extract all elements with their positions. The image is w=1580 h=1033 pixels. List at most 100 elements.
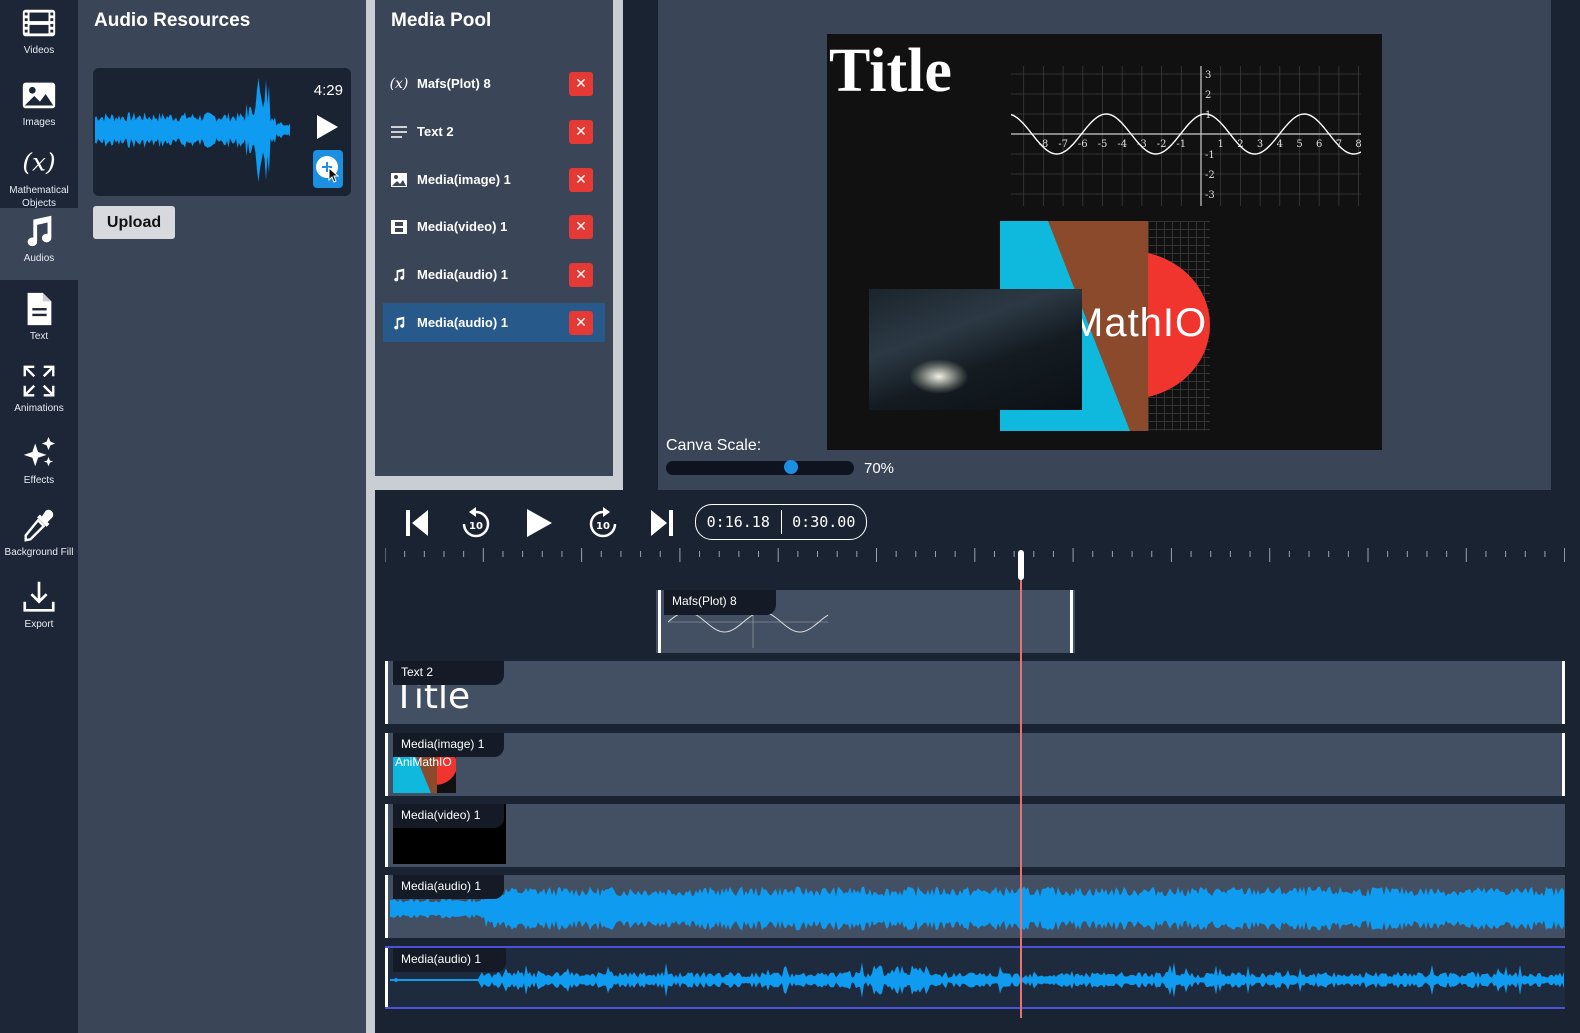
- canvas-scale-label: Canva Scale:: [666, 437, 762, 454]
- sidebar-label: Text: [29, 331, 49, 342]
- plot-x-tick: 4: [1277, 139, 1283, 150]
- panel-divider[interactable]: [375, 476, 613, 490]
- media-pool-panel: Media Pool (x) Mafs(Plot) 8 ✕ Text 2 ✕ M…: [375, 0, 613, 476]
- document-icon: [27, 292, 52, 326]
- canvas-video[interactable]: [869, 289, 1082, 410]
- waveform-shape: [95, 78, 290, 182]
- delete-button[interactable]: ✕: [569, 71, 593, 96]
- media-pool-item[interactable]: Media(audio) 1 ✕: [383, 255, 605, 294]
- total-time: 0:30.00: [792, 513, 856, 531]
- sidebar-item-animations[interactable]: Animations: [0, 358, 78, 430]
- skip-to-start-button[interactable]: [397, 503, 437, 543]
- media-pool-item[interactable]: (x) Mafs(Plot) 8 ✕: [383, 64, 605, 103]
- expand-arrows-icon: [23, 365, 55, 397]
- video-light-spot: [909, 359, 969, 394]
- audio-resource-card[interactable]: 4:29: [93, 68, 351, 196]
- clip-right-handle[interactable]: [1070, 590, 1073, 653]
- sidebar-item-videos[interactable]: Videos: [0, 0, 78, 72]
- sidebar-label: Audios: [23, 253, 55, 264]
- canvas-scale-knob[interactable]: [783, 460, 798, 474]
- clip-left-handle[interactable]: [385, 661, 388, 724]
- image-text: MathIO: [1070, 301, 1208, 345]
- add-audio-button[interactable]: [313, 150, 343, 188]
- sidebar-label: Mathematical Objects: [9, 185, 69, 209]
- timeline-clip-plot[interactable]: Mafs(Plot) 8: [656, 590, 1075, 653]
- panel-title: Media Pool: [391, 10, 492, 31]
- music-note-icon: [27, 215, 52, 247]
- sidebar-label: Images: [22, 117, 56, 128]
- sidebar-item-background-fill[interactable]: Background Fill: [0, 502, 78, 574]
- playhead-line[interactable]: [1020, 552, 1023, 1018]
- upload-button[interactable]: Upload: [93, 206, 175, 239]
- sidebar-label: Videos: [23, 45, 55, 56]
- sidebar-label: Animations: [14, 403, 64, 414]
- timeline-ruler[interactable]: [385, 548, 1565, 564]
- media-pool-item[interactable]: Media(image) 1 ✕: [383, 160, 605, 199]
- timeline-clip-audio[interactable]: Media(audio) 1: [385, 875, 1565, 938]
- clip-right-handle[interactable]: [1562, 661, 1565, 724]
- audio-play-button[interactable]: [315, 114, 339, 145]
- text-lines-icon: [389, 122, 409, 142]
- media-pool-item[interactable]: Media(audio) 1 ✕: [383, 303, 605, 342]
- play-icon: [317, 115, 338, 139]
- plot-x-tick: -7: [1058, 139, 1068, 150]
- add-pointer-icon: [316, 156, 340, 183]
- clip-left-handle[interactable]: [385, 948, 388, 1007]
- sidebar-item-effects[interactable]: Effects: [0, 430, 78, 502]
- delete-button[interactable]: ✕: [569, 214, 593, 239]
- svg-text:10: 10: [469, 521, 483, 532]
- timeline-clip-text[interactable]: Title Text 2: [385, 661, 1565, 724]
- sidebar-item-audios[interactable]: Audios: [0, 208, 78, 280]
- panel-divider[interactable]: [613, 0, 623, 490]
- skip-start-icon: [406, 510, 428, 536]
- clip-left-handle[interactable]: [658, 590, 661, 653]
- timeline-clip-image[interactable]: AniMathIO Media(image) 1: [385, 733, 1565, 796]
- media-pool-item-label: Media(audio) 1: [417, 315, 509, 330]
- audio-waveform: [390, 886, 1564, 931]
- clip-left-handle[interactable]: [385, 875, 388, 938]
- timeline-clip-video[interactable]: Media(video) 1: [385, 804, 1565, 867]
- sidebar-item-math-objects[interactable]: (x) Mathematical Objects: [0, 140, 78, 212]
- forward-10-icon: 10: [589, 507, 617, 538]
- svg-text:10: 10: [596, 521, 610, 532]
- delete-button[interactable]: ✕: [569, 167, 593, 192]
- music-note-icon: [389, 313, 409, 333]
- rewind-10-icon: 10: [462, 507, 490, 538]
- clip-left-handle[interactable]: [385, 733, 388, 796]
- plot-x-tick: 3: [1257, 139, 1263, 150]
- delete-button[interactable]: ✕: [569, 119, 593, 144]
- clip-left-handle[interactable]: [385, 804, 388, 867]
- canvas-scale-slider[interactable]: [666, 461, 854, 475]
- sidebar-item-images[interactable]: Images: [0, 72, 78, 144]
- audio-waveform: [95, 78, 290, 182]
- sidebar-label: Export: [24, 619, 54, 630]
- timeline-clip-audio-selected[interactable]: Media(audio) 1: [385, 946, 1565, 1009]
- panel-divider[interactable]: [366, 0, 375, 1033]
- play-icon: [527, 509, 552, 537]
- current-time: 0:16.18: [706, 513, 770, 531]
- waveform-shape: [390, 962, 1564, 998]
- clip-label: Media(video) 1: [393, 804, 504, 828]
- clip-right-handle[interactable]: [1562, 733, 1565, 796]
- clip-label: Mafs(Plot) 8: [664, 590, 776, 615]
- canvas-plot[interactable]: -8 -7 -6 -5 -4 -3 -2 -1 1 2 3 4 5 6 7 8321-1-2-3: [1011, 66, 1361, 206]
- audio-resources-panel: Audio Resources 4:29 Upload: [78, 0, 366, 1033]
- rewind-10-button[interactable]: 10: [456, 503, 496, 543]
- delete-button[interactable]: ✕: [569, 310, 593, 335]
- clip-label: Text 2: [393, 661, 504, 685]
- sidebar-item-export[interactable]: Export: [0, 574, 78, 646]
- plot-y-tick: -1: [1205, 150, 1215, 161]
- skip-to-end-button[interactable]: [642, 503, 682, 543]
- play-button[interactable]: [519, 503, 559, 543]
- media-pool-item[interactable]: Text 2 ✕: [383, 112, 605, 151]
- canvas-title-text[interactable]: Title: [829, 36, 952, 107]
- playhead-handle[interactable]: [1018, 550, 1025, 580]
- sparkles-icon: [23, 436, 56, 467]
- sidebar-item-text[interactable]: Text: [0, 286, 78, 358]
- delete-button[interactable]: ✕: [569, 262, 593, 287]
- plot-y-tick: -3: [1205, 190, 1215, 201]
- preview-canvas[interactable]: Title -8 -7 -6 -5 -4 -3 -2 -1 1 2 3 4 5 6 7 8 3 2 1 -1 -2 -3 …: [827, 34, 1382, 450]
- media-pool-item[interactable]: Media(video) 1 ✕: [383, 207, 605, 246]
- waveform-shape: [390, 886, 1564, 931]
- forward-10-button[interactable]: 10: [583, 503, 623, 543]
